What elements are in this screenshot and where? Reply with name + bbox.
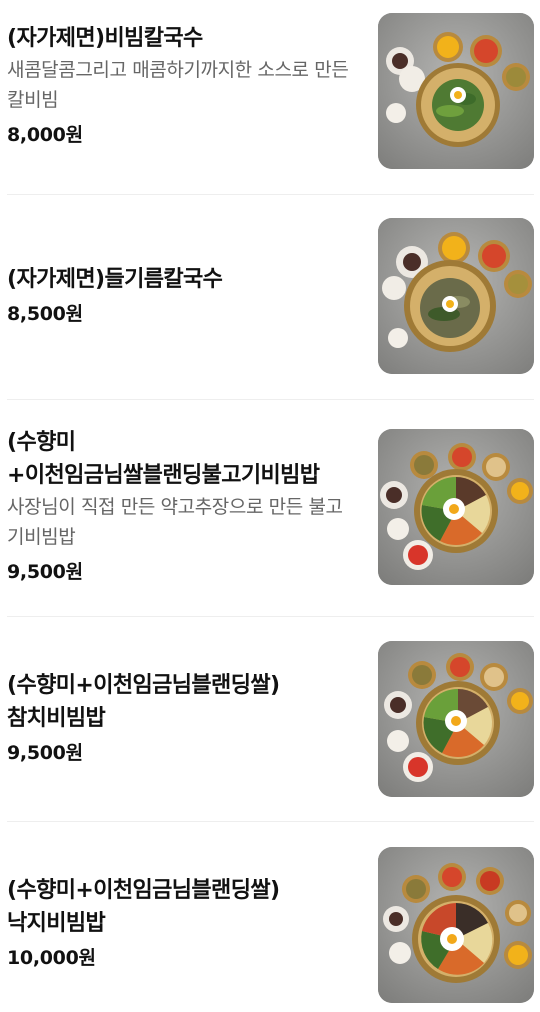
menu-item-octopus-bibimbap[interactable]: (수향미+이천임금님블랜딩쌀)낙지비빔밥 10,000원 xyxy=(0,822,540,1012)
menu-item-photo[interactable] xyxy=(378,847,534,1003)
menu-item-description: 새콤달콤그리고 매콤하기까지한 소스로 만든 칼비빔 xyxy=(7,59,349,111)
menu-item-price: 9,500원 xyxy=(7,742,83,764)
menu-item-price: 8,500원 xyxy=(7,303,83,325)
bibimbap-illustration xyxy=(378,641,534,797)
menu-item-photo[interactable] xyxy=(378,13,534,169)
menu-item-tuna-bibimbap[interactable]: (수향미+이천임금님블랜딩쌀)참치비빔밥 9,500원 xyxy=(0,617,540,821)
bibimbap-illustration xyxy=(378,429,534,585)
menu-item-name: (수향미+이천임금님쌀블랜딩불고기비빔밥 xyxy=(7,430,320,488)
menu-item-info: (자가제면)들기름칼국수 8,500원 xyxy=(7,263,357,328)
menu-item-info: (자가제면)비빔칼국수 새콤달콤그리고 매콤하기까지한 소스로 만든 칼비빔 8… xyxy=(7,22,357,149)
menu-item-name: (자가제면)들기름칼국수 xyxy=(7,267,223,292)
menu-item-perilla-kalguksu[interactable]: (자가제면)들기름칼국수 8,500원 xyxy=(0,195,540,399)
menu-item-photo[interactable] xyxy=(378,218,534,374)
menu-item-photo[interactable] xyxy=(378,429,534,585)
menu-item-description: 사장님이 직접 만든 약고추장으로 만든 불고기비빔밥 xyxy=(7,496,343,548)
menu-item-info: (수향미+이천임금님쌀블랜딩불고기비빔밥 사장님이 직접 만든 약고추장으로 만… xyxy=(7,426,357,586)
menu-item-info: (수향미+이천임금님블랜딩쌀)낙지비빔밥 10,000원 xyxy=(7,874,357,972)
menu-list: (자가제면)비빔칼국수 새콤달콤그리고 매콤하기까지한 소스로 만든 칼비빔 8… xyxy=(0,0,540,1012)
menu-item-name: (수향미+이천임금님블랜딩쌀)낙지비빔밥 xyxy=(7,878,280,936)
menu-item-photo[interactable] xyxy=(378,641,534,797)
bibimbap-illustration xyxy=(378,847,534,1003)
menu-item-info: (수향미+이천임금님블랜딩쌀)참치비빔밥 9,500원 xyxy=(7,669,357,767)
menu-item-name: (자가제면)비빔칼국수 xyxy=(7,26,203,51)
noodle-bowl-illustration xyxy=(378,13,534,169)
menu-item-name: (수향미+이천임금님블랜딩쌀)참치비빔밥 xyxy=(7,673,280,731)
menu-item-bibim-kalguksu[interactable]: (자가제면)비빔칼국수 새콤달콤그리고 매콤하기까지한 소스로 만든 칼비빔 8… xyxy=(0,0,540,194)
noodle-bowl-illustration xyxy=(378,218,534,374)
menu-item-bulgogi-bibimbap[interactable]: (수향미+이천임금님쌀블랜딩불고기비빔밥 사장님이 직접 만든 약고추장으로 만… xyxy=(0,400,540,616)
menu-item-price: 9,500원 xyxy=(7,561,83,583)
menu-item-price: 10,000원 xyxy=(7,947,96,969)
menu-item-price: 8,000원 xyxy=(7,124,83,146)
